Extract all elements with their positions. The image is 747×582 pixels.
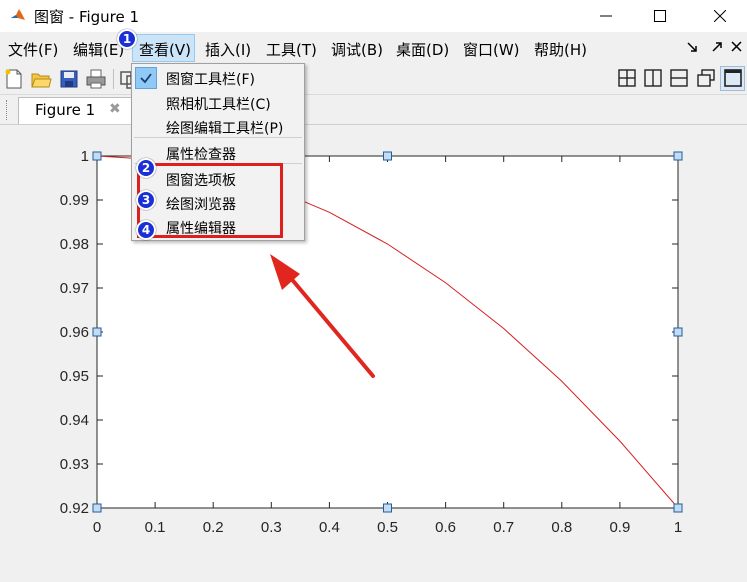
step-badge-3: 3 — [136, 190, 156, 210]
matlab-logo-icon — [9, 6, 27, 24]
highlight-box — [137, 163, 283, 238]
menu-tools[interactable]: 工具(T) — [266, 39, 317, 60]
float-window-icon[interactable] — [696, 68, 716, 88]
undock-icon[interactable] — [711, 41, 723, 53]
save-icon[interactable] — [58, 68, 80, 90]
figure-toolbar — [0, 63, 747, 95]
title-bar: 图窗 - Figure 1 — [0, 0, 747, 32]
single-window-icon[interactable] — [723, 68, 743, 88]
print-icon[interactable] — [85, 68, 107, 90]
y-tick-label: 0.93 — [60, 456, 89, 473]
menu-debug[interactable]: 调试(B) — [331, 39, 383, 60]
selection-handle — [383, 151, 392, 161]
selection-handle — [92, 151, 102, 161]
maximize-button[interactable] — [637, 0, 683, 32]
new-figure-icon[interactable] — [3, 68, 25, 90]
selection-handle — [383, 503, 392, 513]
tab-label: Figure 1 — [35, 101, 96, 119]
x-tick-label: 0.4 — [319, 519, 340, 536]
menu-view[interactable]: 查看(V) — [139, 39, 191, 60]
y-tick-label: 0.97 — [60, 280, 89, 297]
menu-help[interactable]: 帮助(H) — [534, 39, 587, 60]
menu-file[interactable]: 文件(F) — [8, 39, 58, 60]
x-tick-label: 0.3 — [261, 519, 282, 536]
grid-2x2-icon[interactable] — [617, 68, 637, 88]
x-tick-label: 0.9 — [609, 519, 630, 536]
selection-handle — [673, 151, 683, 161]
step-badge-2: 2 — [136, 158, 156, 178]
menu-item-camera-toolbar[interactable]: 照相机工具栏(C) — [166, 94, 271, 114]
toolbar-separator — [113, 69, 114, 89]
y-tick-label: 0.98 — [60, 236, 89, 253]
y-tick-label: 0.92 — [60, 500, 89, 517]
selection-handle — [673, 503, 683, 513]
split-vertical-icon[interactable] — [643, 68, 663, 88]
y-tick-label: 0.94 — [60, 412, 89, 429]
annotation-arrow-icon — [270, 254, 375, 378]
menu-item-figure-toolbar[interactable]: 图窗工具栏(F) — [166, 69, 255, 89]
x-tick-label: 0 — [93, 519, 101, 536]
x-tick-label: 0.8 — [551, 519, 572, 536]
menu-edit[interactable]: 编辑(E) — [73, 39, 124, 60]
x-tick-label: 0.6 — [435, 519, 456, 536]
y-tick-label: 0.96 — [60, 324, 89, 341]
close-icon[interactable] — [731, 41, 742, 52]
selection-handle — [673, 327, 683, 337]
step-badge-4: 4 — [136, 220, 156, 240]
menu-item-property-inspector[interactable]: 属性检查器 — [166, 144, 236, 164]
split-horizontal-icon[interactable] — [669, 68, 689, 88]
minimize-button[interactable] — [583, 0, 629, 32]
x-tick-label: 0.5 — [377, 519, 398, 536]
close-button[interactable] — [697, 0, 743, 32]
window-title: 图窗 - Figure 1 — [34, 8, 140, 26]
open-file-icon[interactable] — [30, 68, 52, 90]
y-tick-label: 0.99 — [60, 192, 89, 209]
tab-close-icon[interactable]: ✖ — [109, 101, 121, 117]
maximize-icon — [654, 10, 666, 22]
x-tick-label: 1 — [674, 519, 682, 536]
menu-window[interactable]: 窗口(W) — [463, 39, 520, 60]
x-tick-label: 0.7 — [493, 519, 514, 536]
y-tick-label: 0.95 — [60, 368, 89, 385]
selection-handle — [92, 327, 102, 337]
y-tick-label: 1 — [81, 148, 89, 165]
close-icon — [714, 10, 726, 22]
menu-item-plot-edit-toolbar[interactable]: 绘图编辑工具栏(P) — [166, 118, 283, 138]
checkmark-icon — [140, 73, 152, 84]
dock-arrow-icon[interactable] — [686, 41, 698, 53]
step-badge-1: 1 — [117, 29, 137, 49]
x-tick-label: 0.1 — [145, 519, 166, 536]
tab-grip — [6, 100, 10, 120]
x-tick-label: 0.2 — [203, 519, 224, 536]
menu-desktop[interactable]: 桌面(D) — [396, 39, 449, 60]
selection-handle — [92, 503, 102, 513]
menu-insert[interactable]: 插入(I) — [205, 39, 251, 60]
minimize-icon — [600, 15, 612, 17]
